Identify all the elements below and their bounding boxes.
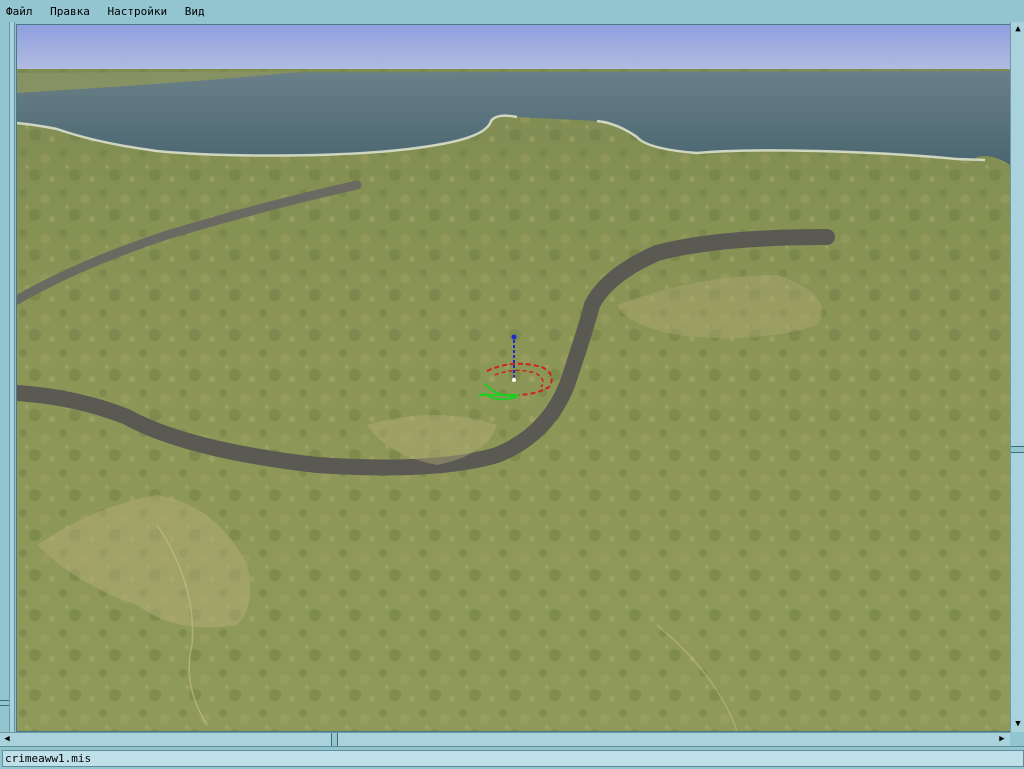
menu-view[interactable]: Вид — [181, 1, 209, 18]
horizontal-scroll-thumb[interactable] — [331, 733, 338, 746]
terrain-view — [17, 25, 1010, 731]
vertical-scroll-thumb[interactable] — [1011, 446, 1024, 453]
arrow-right-icon[interactable]: ▶ — [996, 733, 1008, 745]
vertical-scrollbar[interactable]: ▲ ▼ — [1010, 22, 1024, 732]
left-strip-handle[interactable] — [0, 700, 9, 706]
menu-settings[interactable]: Настройки — [104, 1, 172, 18]
arrow-down-icon[interactable]: ▼ — [1012, 718, 1024, 730]
gizmo-z-handle[interactable] — [511, 334, 517, 340]
arrow-left-icon[interactable]: ◀ — [1, 733, 13, 745]
3d-terrain-viewport[interactable] — [16, 24, 1011, 732]
menu-edit[interactable]: Правка — [46, 1, 94, 18]
left-toolbar-strip — [0, 22, 15, 732]
status-bar: crimeaww1.mis — [0, 746, 1024, 769]
sky — [17, 25, 1010, 75]
scroll-corner — [1010, 732, 1024, 746]
gizmo-center[interactable] — [512, 378, 516, 382]
horizontal-scrollbar[interactable]: ◀ ▶ — [0, 732, 1010, 746]
left-strip-track — [9, 22, 14, 732]
land-texture — [17, 69, 1010, 731]
menu-file[interactable]: Файл — [0, 1, 37, 18]
status-filename: crimeaww1.mis — [2, 750, 1024, 767]
arrow-up-icon[interactable]: ▲ — [1012, 23, 1024, 35]
menu-bar: Файл Правка Настройки Вид — [0, 0, 1024, 23]
